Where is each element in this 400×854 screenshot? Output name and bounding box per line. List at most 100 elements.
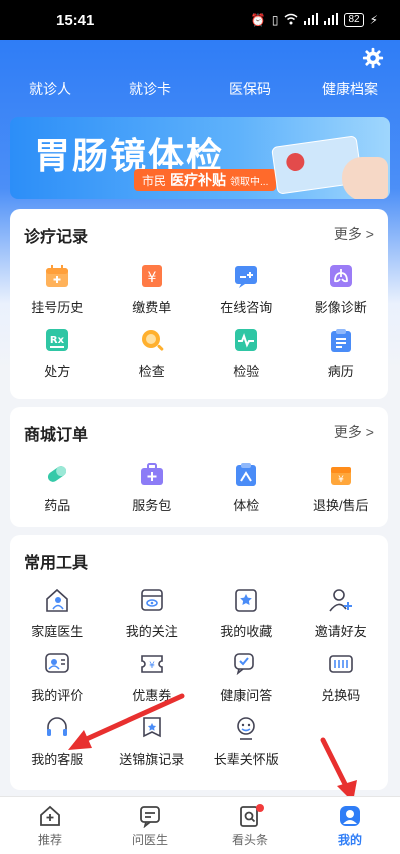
tool-health-qa[interactable]: 健康问答 — [199, 651, 294, 715]
signal-icon — [304, 12, 319, 28]
banner-pill-prefix: 市民 — [142, 173, 167, 188]
tool-label: 邀请好友 — [314, 624, 367, 639]
grid-item-label: 病历 — [327, 364, 354, 379]
return-box-icon: ¥ — [330, 467, 351, 485]
grid-item-imaging[interactable]: 影像诊断 — [294, 263, 389, 327]
invite-friend-icon — [329, 589, 352, 612]
tab-ask-doctor[interactable]: 问医生 — [110, 804, 190, 848]
bookmark-star-icon — [235, 589, 258, 612]
yuan-icon: ¥ — [141, 265, 162, 287]
grid-item-payment[interactable]: ¥ 缴费单 — [105, 263, 200, 327]
grid-item-examination[interactable]: 检查 — [105, 327, 200, 391]
status-bar: 15:41 ⏰ ▯ 82 ⚡ — [0, 0, 400, 40]
tool-label: 健康问答 — [220, 688, 273, 703]
checkup-icon — [236, 463, 257, 486]
tool-label: 送锦旗记录 — [119, 752, 185, 767]
svg-text:Rx: Rx — [50, 335, 65, 346]
tool-pennant-records[interactable]: 送锦旗记录 — [105, 715, 200, 779]
tool-invite-friends[interactable]: 邀请好友 — [294, 587, 389, 651]
banner-flag-icon — [142, 717, 161, 738]
medical-records-title: 诊疗记录 — [24, 229, 89, 246]
medical-records-card: 诊疗记录 更多 > 挂号历史 ¥ 缴费单 在线咨询 影像诊断 Rx 处方 检查 … — [10, 209, 388, 399]
nav-medical-card[interactable]: 就诊卡 — [105, 79, 195, 99]
coupon-icon: ¥ — [140, 655, 163, 673]
elder-care-icon — [237, 717, 256, 740]
grid-item-label: 检验 — [233, 364, 260, 379]
mall-orders-card: 商城订单 更多 > 药品 服务包 体检 ¥ 退换/售后 — [10, 407, 388, 527]
grid-item-label: 缴费单 — [132, 300, 172, 315]
medical-records-more-link[interactable]: 更多 > — [334, 224, 374, 244]
grid-item-label: 检查 — [138, 364, 165, 379]
common-tools-title: 常用工具 — [24, 555, 89, 572]
bottom-tab-bar: 推荐 问医生 看头条 我的 — [0, 796, 400, 854]
grid-item-registration-history[interactable]: 挂号历史 — [10, 263, 105, 327]
grid-item-prescription[interactable]: Rx 处方 — [10, 327, 105, 391]
tab-label: 推荐 — [37, 832, 62, 847]
mall-orders-grid: 药品 服务包 体检 ¥ 退换/售后 — [10, 461, 388, 525]
promo-banner[interactable]: 胃肠镜体检 市民 医疗补贴 领取中... — [10, 117, 390, 199]
family-doctor-icon — [46, 588, 69, 612]
grid-item-label: 药品 — [44, 498, 71, 513]
tool-redeem-code[interactable]: 兑换码 — [294, 651, 389, 715]
tool-customer-service[interactable]: 我的客服 — [10, 715, 105, 779]
nav-health-record[interactable]: 健康档案 — [305, 79, 395, 99]
tab-label: 我的 — [337, 832, 362, 847]
news-badge-dot — [256, 803, 264, 812]
calendar-icon — [46, 265, 69, 287]
service-pack-icon — [140, 463, 163, 485]
card-seal-icon — [285, 151, 306, 173]
alarm-icon: ⏰ — [250, 13, 266, 27]
svg-text:¥: ¥ — [338, 475, 344, 485]
chat-doctor-icon — [140, 805, 160, 828]
chat-plus-icon — [235, 266, 258, 288]
banner-pill-suffix: 领取中... — [230, 176, 269, 188]
tool-label: 我的客服 — [31, 752, 84, 767]
tool-label: 家庭医生 — [31, 624, 84, 639]
tool-my-reviews[interactable]: 我的评价 — [10, 651, 105, 715]
tool-label: 长辈关怀版 — [213, 752, 279, 767]
tool-label: 我的关注 — [125, 624, 178, 639]
headset-icon — [47, 717, 68, 736]
pulse-icon — [235, 329, 258, 351]
grid-item-label: 挂号历史 — [31, 300, 84, 315]
nav-patient[interactable]: 就诊人 — [5, 79, 95, 99]
tool-label: 我的评价 — [31, 688, 84, 703]
tool-my-follow[interactable]: 我的关注 — [105, 587, 200, 651]
user-icon — [340, 805, 360, 826]
tool-elder-care-mode[interactable]: 长辈关怀版 — [199, 715, 294, 779]
settings-gear-icon[interactable] — [362, 47, 384, 69]
tab-recommend[interactable]: 推荐 — [10, 804, 90, 848]
tab-label: 看头条 — [231, 832, 268, 847]
grid-item-lab-test[interactable]: 检验 — [199, 327, 294, 391]
grid-item-returns[interactable]: ¥ 退换/售后 — [294, 461, 389, 525]
grid-item-label: 退换/售后 — [312, 498, 369, 513]
status-time: 15:41 — [56, 11, 95, 29]
medical-records-grid: 挂号历史 ¥ 缴费单 在线咨询 影像诊断 Rx 处方 检查 检验 病历 — [10, 263, 388, 391]
vibrate-icon: ▯ — [271, 13, 279, 27]
grid-item-checkup[interactable]: 体检 — [199, 461, 294, 525]
common-tools-grid: 家庭医生 我的关注 我的收藏 邀请好友 我的评价 ¥ 优惠券 健康问答 兑换码 — [10, 587, 388, 779]
banner-pill-highlight: 医疗补贴 — [170, 172, 227, 188]
tab-news[interactable]: 看头条 — [210, 803, 290, 848]
tool-my-favorites[interactable]: 我的收藏 — [199, 587, 294, 651]
nav-insurance-code[interactable]: 医保码 — [205, 79, 295, 99]
review-icon — [45, 653, 70, 673]
svg-text:¥: ¥ — [149, 661, 155, 671]
grid-item-medical-record[interactable]: 病历 — [294, 327, 389, 391]
grid-item-online-consult[interactable]: 在线咨询 — [199, 263, 294, 327]
grid-item-label: 服务包 — [132, 498, 172, 513]
tab-mine[interactable]: 我的 — [310, 804, 390, 848]
wifi-icon — [284, 13, 298, 28]
tool-label: 我的收藏 — [220, 624, 273, 639]
follow-icon — [140, 589, 163, 611]
grid-item-service-pack[interactable]: 服务包 — [105, 461, 200, 525]
clipboard-icon — [330, 329, 351, 352]
lung-icon — [329, 265, 352, 287]
tool-family-doctor[interactable]: 家庭医生 — [10, 587, 105, 651]
mall-orders-more-link[interactable]: 更多 > — [334, 422, 374, 442]
magnifier-icon — [141, 330, 164, 351]
grid-item-medicine[interactable]: 药品 — [10, 461, 105, 525]
battery-indicator: 82 — [344, 13, 364, 27]
tool-coupons[interactable]: ¥ 优惠券 — [105, 651, 200, 715]
grid-item-label: 影像诊断 — [314, 300, 367, 315]
